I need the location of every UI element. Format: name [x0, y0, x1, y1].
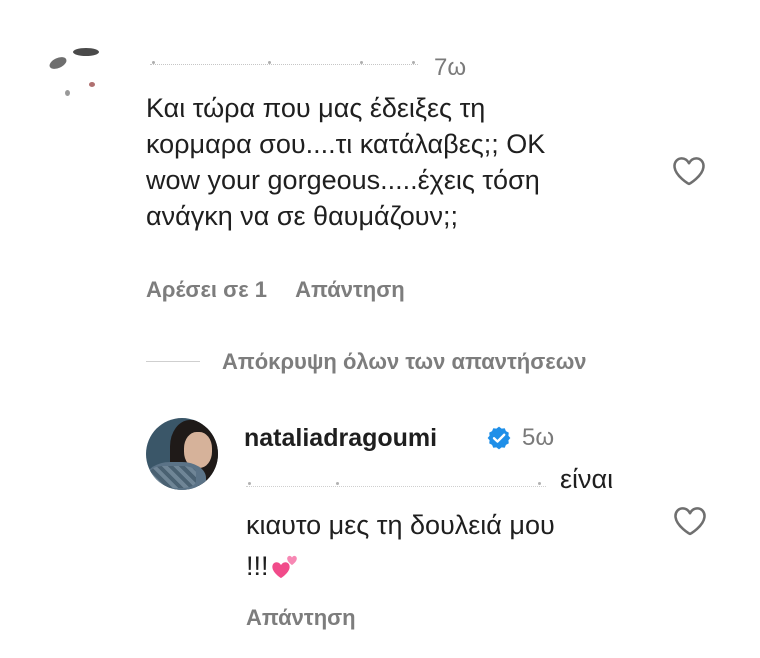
reply-text-line: !!! — [246, 548, 301, 584]
heart-outline-icon[interactable] — [672, 503, 708, 539]
reply-text-exclaim: !!! — [246, 551, 269, 581]
likes-count-link[interactable]: Αρέσει σε 1 — [146, 277, 267, 302]
hide-replies-button[interactable]: Απόκρυψη όλων των απαντήσεων — [222, 348, 587, 376]
two-hearts-emoji — [271, 555, 297, 578]
comment-text-line: ανάγκη να σε θαυμάζουν;; — [146, 201, 458, 231]
comment-text-line: Και τώρα που μας έδειξες τη — [146, 93, 486, 123]
reply-timestamp: 5ω — [522, 424, 555, 451]
redacted-username — [150, 61, 418, 71]
reply-button[interactable]: Απάντηση — [246, 604, 356, 632]
reply-button[interactable]: Απάντηση — [295, 277, 405, 302]
divider-line — [146, 361, 200, 362]
commenter-avatar[interactable] — [45, 44, 117, 116]
comment-text-line: wow your gorgeous.....έχεις τόση — [146, 165, 540, 195]
comment-timestamp: 7ω — [434, 54, 467, 81]
redacted-mention — [246, 482, 546, 491]
heart-outline-icon[interactable] — [671, 153, 707, 189]
reply-author-avatar[interactable] — [146, 418, 218, 490]
reply-text-line: είναι — [560, 464, 614, 494]
verified-badge-icon — [487, 426, 511, 450]
reply-text-line: κιαυτο μες τη δουλειά μου — [246, 510, 555, 540]
comment-actions: Αρέσει σε 1 Απάντηση — [146, 276, 405, 304]
comment-text: Και τώρα που μας έδειξες τη κορμαρα σου.… — [146, 90, 666, 234]
comment-text-line: κορμαρα σου....τι κατάλαβες;; ΟΚ — [146, 129, 546, 159]
reply-username[interactable]: nataliadragoumi — [244, 423, 437, 453]
